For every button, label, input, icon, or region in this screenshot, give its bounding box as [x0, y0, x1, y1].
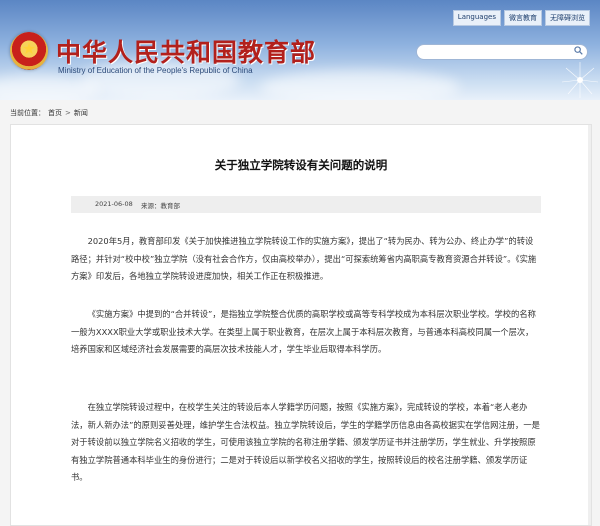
- header-cloud: [260, 70, 460, 100]
- article-paragraph: 2020年5月，教育部印发《关于加快推进独立学院转设工作的实施方案》，提出了“转…: [71, 236, 537, 282]
- site-title: 中华人民共和国教育部: [56, 38, 317, 67]
- weiyan-link[interactable]: 微言教育: [504, 10, 542, 26]
- breadcrumb-label: 当前位置：: [10, 109, 45, 117]
- accessibility-link[interactable]: 无障碍浏览: [545, 10, 590, 26]
- breadcrumb-home[interactable]: 首页: [48, 108, 62, 118]
- article-meta-bar: 2021-06-08 来源：教育部: [71, 196, 541, 213]
- breadcrumb-news[interactable]: 新闻: [74, 108, 88, 118]
- top-links: Languages 微言教育 无障碍浏览: [452, 10, 590, 26]
- article-date: 2021-06-08: [95, 200, 133, 208]
- breadcrumb: 当前位置： 首页 > 新闻: [10, 108, 88, 118]
- site-header: Languages 微言教育 无障碍浏览 中华人民共和国教育部 Ministry…: [0, 0, 600, 100]
- article-paragraph: 《实施方案》中提到的“合并转设”，是指独立学院整合优质的高职学校或高等专科学校成…: [71, 309, 536, 355]
- dandelion-decoration-icon: [561, 62, 599, 98]
- site-subtitle: Ministry of Education of the People's Re…: [58, 66, 253, 75]
- national-emblem-icon: [10, 32, 48, 70]
- search-input[interactable]: [416, 44, 588, 60]
- scrollbar[interactable]: [588, 125, 591, 525]
- breadcrumb-separator: >: [65, 109, 71, 117]
- search-icon[interactable]: [574, 46, 583, 55]
- article-source: 来源：教育部: [141, 202, 180, 210]
- article-title: 关于独立学院转设有关问题的说明: [214, 158, 388, 172]
- article-paragraph: 在独立学院转设过程中，在校学生关注的转设后本人学籍学历问题，按照《实施方案》，完…: [71, 402, 540, 483]
- article-panel: 关于独立学院转设有关问题的说明 2021-06-08 来源：教育部 2020年5…: [10, 124, 592, 526]
- languages-link[interactable]: Languages: [452, 10, 501, 26]
